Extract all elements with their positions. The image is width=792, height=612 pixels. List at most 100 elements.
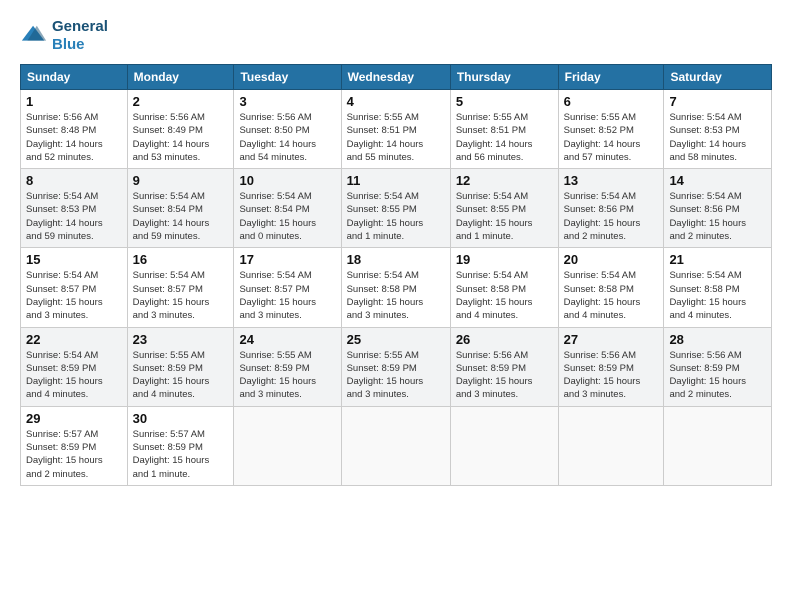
week-row-2: 8 Sunrise: 5:54 AM Sunset: 8:53 PM Daylig… (21, 169, 772, 248)
logo-general: General (52, 18, 108, 35)
day-number: 15 (26, 252, 122, 267)
day-cell: 1 Sunrise: 5:56 AM Sunset: 8:48 PM Daylig… (21, 90, 128, 169)
day-info: Sunrise: 5:57 AM Sunset: 8:59 PM Dayligh… (133, 428, 229, 481)
day-cell: 2 Sunrise: 5:56 AM Sunset: 8:49 PM Daylig… (127, 90, 234, 169)
day-number: 10 (239, 173, 335, 188)
day-cell: 26Sunrise: 5:56 AM Sunset: 8:59 PM Dayli… (450, 327, 558, 406)
day-cell: 11Sunrise: 5:54 AM Sunset: 8:55 PM Dayli… (341, 169, 450, 248)
day-info: Sunrise: 5:54 AM Sunset: 8:57 PM Dayligh… (239, 269, 335, 322)
day-number: 28 (669, 332, 766, 347)
logo-text: General Blue (52, 18, 108, 54)
day-cell (341, 406, 450, 485)
day-cell: 10 Sunrise: 5:54 AM Sunset: 8:54 PM Dayli… (234, 169, 341, 248)
day-info: Sunrise: 5:54 AM Sunset: 8:54 PM Dayligh… (133, 190, 229, 243)
day-info: Sunrise: 5:54 AM Sunset: 8:58 PM Dayligh… (347, 269, 445, 322)
day-info: Sunrise: 5:54 AM Sunset: 8:56 PM Dayligh… (564, 190, 659, 243)
day-info: Sunrise: 5:56 AM Sunset: 8:59 PM Dayligh… (456, 349, 553, 402)
day-info: Sunrise: 5:54 AM Sunset: 8:53 PM Dayligh… (669, 111, 766, 164)
day-cell: 28 Sunrise: 5:56 AM Sunset: 8:59 PM Dayli… (664, 327, 772, 406)
week-row-5: 29Sunrise: 5:57 AM Sunset: 8:59 PM Dayli… (21, 406, 772, 485)
day-number: 9 (133, 173, 229, 188)
day-cell: 7 Sunrise: 5:54 AM Sunset: 8:53 PM Daylig… (664, 90, 772, 169)
day-number: 19 (456, 252, 553, 267)
day-info: Sunrise: 5:54 AM Sunset: 8:57 PM Dayligh… (133, 269, 229, 322)
week-row-4: 22Sunrise: 5:54 AM Sunset: 8:59 PM Dayli… (21, 327, 772, 406)
day-number: 12 (456, 173, 553, 188)
day-info: Sunrise: 5:54 AM Sunset: 8:57 PM Dayligh… (26, 269, 122, 322)
day-cell: 20 Sunrise: 5:54 AM Sunset: 8:58 PM Dayli… (558, 248, 664, 327)
day-number: 7 (669, 94, 766, 109)
day-info: Sunrise: 5:55 AM Sunset: 8:51 PM Dayligh… (456, 111, 553, 164)
day-number: 30 (133, 411, 229, 426)
day-info: Sunrise: 5:54 AM Sunset: 8:54 PM Dayligh… (239, 190, 335, 243)
day-number: 1 (26, 94, 122, 109)
day-cell: 22Sunrise: 5:54 AM Sunset: 8:59 PM Dayli… (21, 327, 128, 406)
page: General Blue SundayMondayTuesdayWednesda… (0, 0, 792, 612)
day-number: 25 (347, 332, 445, 347)
day-cell: 14Sunrise: 5:54 AM Sunset: 8:56 PM Dayli… (664, 169, 772, 248)
day-number: 20 (564, 252, 659, 267)
day-cell: 3 Sunrise: 5:56 AM Sunset: 8:50 PM Daylig… (234, 90, 341, 169)
day-number: 27 (564, 332, 659, 347)
day-cell: 17 Sunrise: 5:54 AM Sunset: 8:57 PM Dayli… (234, 248, 341, 327)
day-cell: 6Sunrise: 5:55 AM Sunset: 8:52 PM Daylig… (558, 90, 664, 169)
day-cell: 24 Sunrise: 5:55 AM Sunset: 8:59 PM Dayli… (234, 327, 341, 406)
day-info: Sunrise: 5:56 AM Sunset: 8:48 PM Dayligh… (26, 111, 122, 164)
day-number: 2 (133, 94, 229, 109)
dow-header-wednesday: Wednesday (341, 65, 450, 90)
dow-header-saturday: Saturday (664, 65, 772, 90)
day-cell: 29Sunrise: 5:57 AM Sunset: 8:59 PM Dayli… (21, 406, 128, 485)
day-cell (664, 406, 772, 485)
calendar-body: 1 Sunrise: 5:56 AM Sunset: 8:48 PM Daylig… (21, 90, 772, 486)
day-number: 22 (26, 332, 122, 347)
dow-header-tuesday: Tuesday (234, 65, 341, 90)
logo-blue: Blue (52, 36, 85, 53)
calendar: SundayMondayTuesdayWednesdayThursdayFrid… (20, 64, 772, 486)
day-info: Sunrise: 5:54 AM Sunset: 8:53 PM Dayligh… (26, 190, 122, 243)
day-info: Sunrise: 5:56 AM Sunset: 8:59 PM Dayligh… (564, 349, 659, 402)
day-cell: 23Sunrise: 5:55 AM Sunset: 8:59 PM Dayli… (127, 327, 234, 406)
logo-icon (20, 22, 48, 50)
day-info: Sunrise: 5:54 AM Sunset: 8:55 PM Dayligh… (456, 190, 553, 243)
day-cell: 21Sunrise: 5:54 AM Sunset: 8:58 PM Dayli… (664, 248, 772, 327)
day-cell: 27 Sunrise: 5:56 AM Sunset: 8:59 PM Dayli… (558, 327, 664, 406)
day-info: Sunrise: 5:56 AM Sunset: 8:59 PM Dayligh… (669, 349, 766, 402)
day-cell: 25 Sunrise: 5:55 AM Sunset: 8:59 PM Dayli… (341, 327, 450, 406)
week-row-1: 1 Sunrise: 5:56 AM Sunset: 8:48 PM Daylig… (21, 90, 772, 169)
day-cell: 12 Sunrise: 5:54 AM Sunset: 8:55 PM Dayli… (450, 169, 558, 248)
dow-header-friday: Friday (558, 65, 664, 90)
day-cell: 30 Sunrise: 5:57 AM Sunset: 8:59 PM Dayli… (127, 406, 234, 485)
day-number: 17 (239, 252, 335, 267)
day-number: 23 (133, 332, 229, 347)
day-number: 3 (239, 94, 335, 109)
dow-header-monday: Monday (127, 65, 234, 90)
day-info: Sunrise: 5:54 AM Sunset: 8:56 PM Dayligh… (669, 190, 766, 243)
day-cell: 18 Sunrise: 5:54 AM Sunset: 8:58 PM Dayli… (341, 248, 450, 327)
day-number: 21 (669, 252, 766, 267)
day-number: 24 (239, 332, 335, 347)
logo: General Blue (20, 18, 108, 54)
day-info: Sunrise: 5:55 AM Sunset: 8:59 PM Dayligh… (347, 349, 445, 402)
day-info: Sunrise: 5:55 AM Sunset: 8:59 PM Dayligh… (239, 349, 335, 402)
day-cell: 9 Sunrise: 5:54 AM Sunset: 8:54 PM Daylig… (127, 169, 234, 248)
day-number: 13 (564, 173, 659, 188)
header: General Blue (20, 18, 772, 54)
day-info: Sunrise: 5:57 AM Sunset: 8:59 PM Dayligh… (26, 428, 122, 481)
day-info: Sunrise: 5:55 AM Sunset: 8:52 PM Dayligh… (564, 111, 659, 164)
day-cell: 15 Sunrise: 5:54 AM Sunset: 8:57 PM Dayli… (21, 248, 128, 327)
day-info: Sunrise: 5:56 AM Sunset: 8:50 PM Dayligh… (239, 111, 335, 164)
day-cell: 19 Sunrise: 5:54 AM Sunset: 8:58 PM Dayli… (450, 248, 558, 327)
day-number: 18 (347, 252, 445, 267)
day-cell: 13 Sunrise: 5:54 AM Sunset: 8:56 PM Dayli… (558, 169, 664, 248)
day-number: 8 (26, 173, 122, 188)
day-number: 11 (347, 173, 445, 188)
day-cell (234, 406, 341, 485)
day-info: Sunrise: 5:54 AM Sunset: 8:58 PM Dayligh… (456, 269, 553, 322)
week-row-3: 15 Sunrise: 5:54 AM Sunset: 8:57 PM Dayli… (21, 248, 772, 327)
day-cell: 16Sunrise: 5:54 AM Sunset: 8:57 PM Dayli… (127, 248, 234, 327)
day-info: Sunrise: 5:56 AM Sunset: 8:49 PM Dayligh… (133, 111, 229, 164)
day-number: 4 (347, 94, 445, 109)
day-info: Sunrise: 5:54 AM Sunset: 8:58 PM Dayligh… (564, 269, 659, 322)
day-number: 5 (456, 94, 553, 109)
dow-header-thursday: Thursday (450, 65, 558, 90)
